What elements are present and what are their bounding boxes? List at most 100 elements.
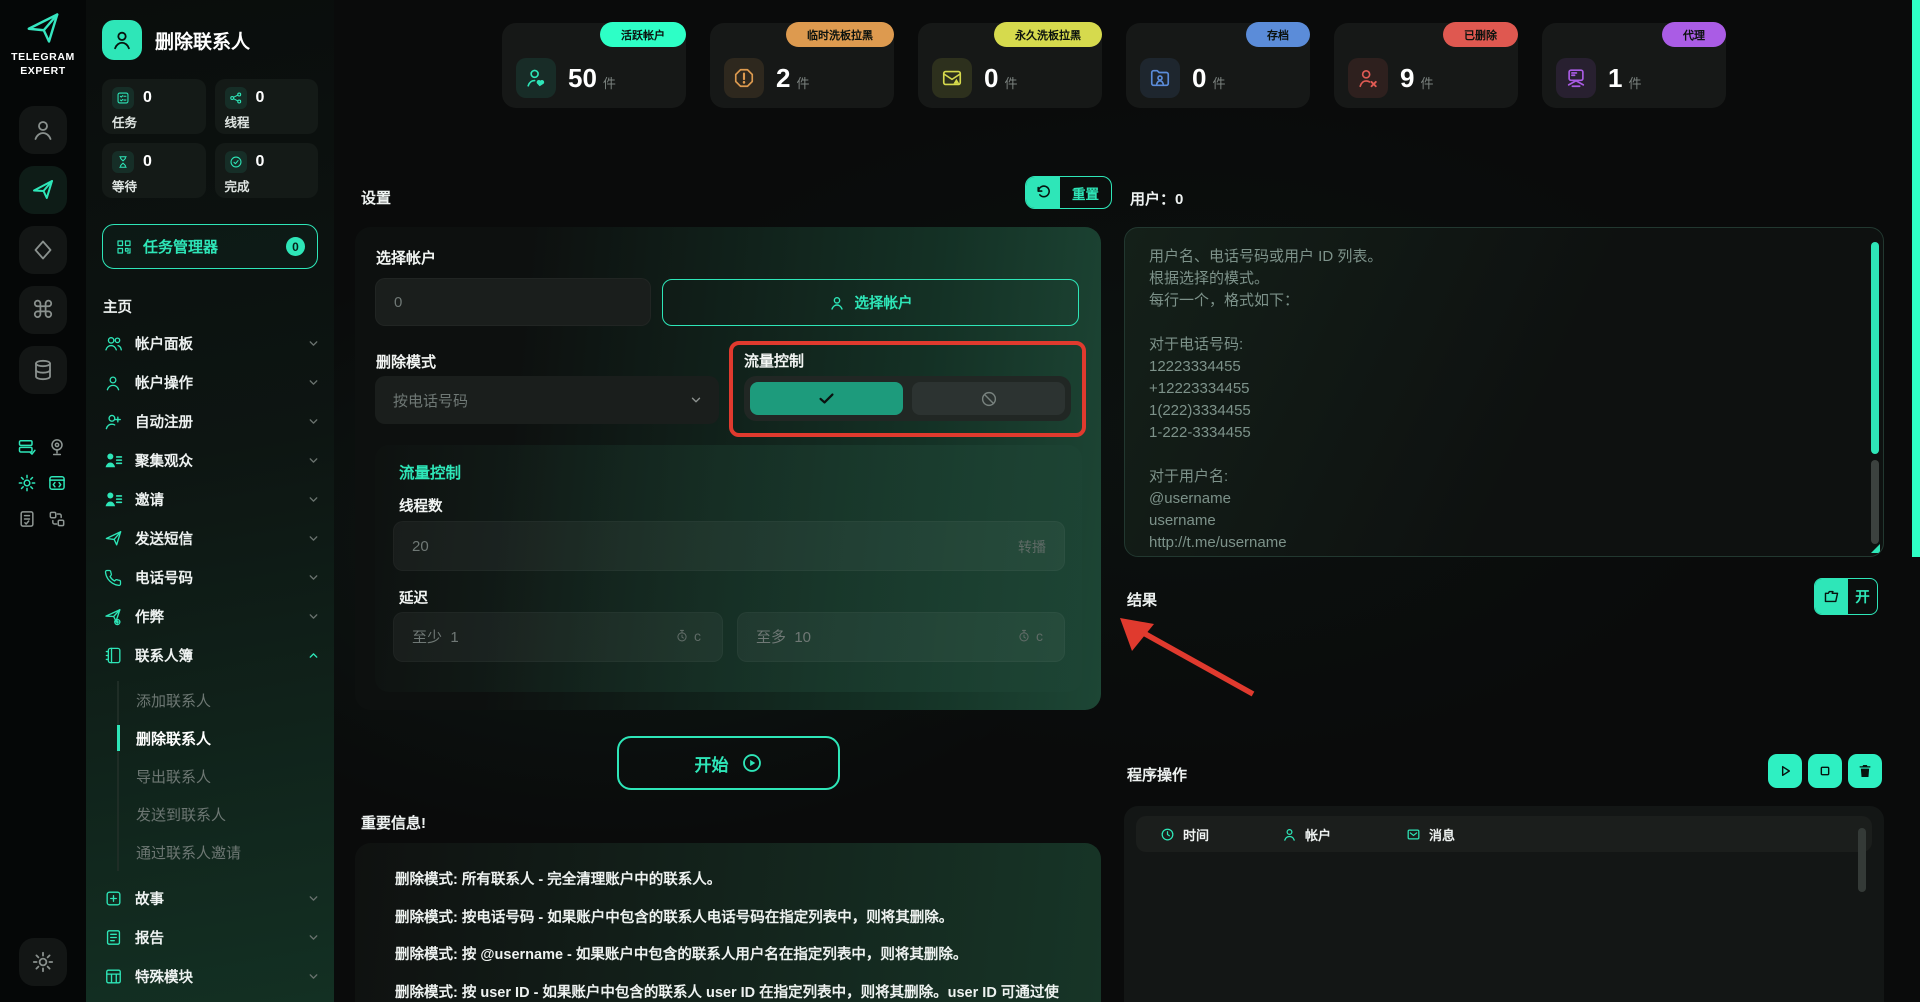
sidebar-panel: 删除联系人 0 任务 0 线程 0 等待 0 完成 任务管理器 0: [86, 0, 334, 1002]
sidebar-item-stories[interactable]: 故事: [86, 879, 334, 918]
column-message[interactable]: 消息: [1406, 816, 1455, 852]
rail-database-button[interactable]: [19, 346, 67, 394]
gear-icon[interactable]: [16, 472, 38, 494]
threads-suffix: 转播: [1018, 537, 1046, 557]
contact-book-submenu: 添加联系人 删除联系人 导出联系人 发送到联系人 通过联系人邀请: [117, 681, 334, 871]
status-value: 0: [1192, 63, 1206, 94]
check-icon: [817, 389, 836, 408]
status-value: 0: [984, 63, 998, 94]
rail-sender-button[interactable]: [19, 166, 67, 214]
folder-user-icon: [1140, 58, 1180, 98]
hourglass-icon: [112, 151, 134, 173]
stat-value: 0: [256, 89, 265, 107]
sidebar-item-account-panel[interactable]: 帐户面板: [86, 324, 334, 363]
nodes-icon: [225, 87, 247, 109]
sidebar-item-label: 帐户面板: [135, 333, 307, 354]
operations-clear-button[interactable]: [1848, 754, 1882, 788]
textarea-scrollbar-thumb[interactable]: [1871, 242, 1879, 454]
user-heart-icon: [516, 58, 556, 98]
chevron-down-icon: [307, 415, 320, 428]
page-scrollbar-thumb[interactable]: [1912, 0, 1920, 557]
chevron-down-icon: [689, 393, 703, 407]
sidebar-item-label: 聚集观众: [135, 450, 307, 471]
stat-value: 0: [143, 153, 152, 171]
flow-control-section: 流量控制 线程数 转播 延迟 c c: [375, 445, 1082, 692]
threads-input[interactable]: [393, 521, 1065, 571]
stat-tasks: 0 任务: [102, 79, 206, 134]
flow-control-on-button[interactable]: [750, 382, 903, 415]
browser-code-icon[interactable]: [46, 472, 68, 494]
status-card-temp-ban: 临时洗板拉黑 2件: [710, 23, 894, 108]
info-line: 删除模式: 所有联系人 - 完全清理账户中的联系人。: [395, 870, 1065, 891]
sidebar-item-reports[interactable]: 报告: [86, 918, 334, 957]
reset-button[interactable]: 重置: [1025, 176, 1112, 209]
status-value: 1: [1608, 63, 1622, 94]
table-scrollbar-thumb[interactable]: [1858, 828, 1866, 892]
account-count-input[interactable]: [375, 278, 651, 326]
sidebar-item-account-actions[interactable]: 帐户操作: [86, 363, 334, 402]
status-card-deleted: 已删除 9件: [1334, 23, 1518, 108]
status-value: 9: [1400, 63, 1414, 94]
column-label: 消息: [1429, 825, 1455, 844]
submenu-item-add-contacts[interactable]: 添加联系人: [119, 681, 334, 719]
stop-icon: [1817, 763, 1833, 779]
task-manager-button[interactable]: 任务管理器 0: [102, 224, 318, 269]
open-results-button[interactable]: 开: [1814, 578, 1878, 615]
mail-warning-icon: [932, 58, 972, 98]
sidebar-item-special-modules[interactable]: 特殊模块: [86, 957, 334, 996]
doc-check-icon[interactable]: [16, 508, 38, 530]
rail-command-button[interactable]: ⌘: [19, 286, 67, 334]
delete-mode-select[interactable]: 按电话号码: [375, 376, 719, 424]
submenu-item-export-contacts[interactable]: 导出联系人: [119, 757, 334, 795]
submenu-item-delete-contacts[interactable]: 删除联系人: [119, 719, 334, 757]
user-icon: [829, 295, 845, 311]
delay-label: 延迟: [399, 587, 428, 608]
settings-title: 设置: [361, 187, 391, 208]
flow-control-toggle: [744, 376, 1071, 421]
sidebar-item-auto-register[interactable]: 自动注册: [86, 402, 334, 441]
rail-accounts-button[interactable]: [19, 106, 67, 154]
column-time[interactable]: 时间: [1160, 816, 1209, 852]
sidebar-item-home[interactable]: 主页: [86, 288, 334, 324]
select-account-button[interactable]: 选择帐户: [662, 279, 1079, 326]
sidebar-item-contact-book[interactable]: 联系人簿: [86, 636, 334, 675]
server-check-icon[interactable]: [16, 436, 38, 458]
gear-icon: [31, 950, 55, 974]
page-title: 删除联系人: [155, 27, 250, 54]
alert-octagon-icon: [724, 58, 764, 98]
check-circle-icon: [225, 151, 247, 173]
user-icon: [31, 118, 55, 142]
users-textarea[interactable]: [1125, 228, 1883, 556]
column-account[interactable]: 帐户: [1282, 816, 1331, 852]
sidebar-item-phone-numbers[interactable]: 电话号码: [86, 558, 334, 597]
chevron-down-icon: [307, 532, 320, 545]
stat-done: 0 完成: [215, 143, 319, 198]
textarea-scrollbar-track[interactable]: [1871, 460, 1879, 544]
start-button[interactable]: 开始: [617, 736, 840, 790]
operations-stop-button[interactable]: [1808, 754, 1842, 788]
rail-premium-button[interactable]: [19, 226, 67, 274]
flow-control-off-button[interactable]: [912, 382, 1065, 415]
sidebar-item-label: 帐户操作: [135, 372, 307, 393]
webcam-icon[interactable]: [46, 436, 68, 458]
sidebar-item-cheat[interactable]: 作弊: [86, 597, 334, 636]
submenu-item-send-to-contacts[interactable]: 发送到联系人: [119, 795, 334, 833]
sidebar-item-gather-audience[interactable]: 聚集观众: [86, 441, 334, 480]
phone-icon: [103, 569, 123, 587]
delay-min-input[interactable]: [393, 612, 723, 662]
status-badge: 已删除: [1443, 22, 1518, 47]
submenu-item-invite-by-contacts[interactable]: 通过联系人邀请: [119, 833, 334, 871]
info-line: 删除模式: 按 user ID - 如果账户中包含的联系人 user ID 在指…: [395, 983, 1065, 1002]
brand-logo: TELEGRAMEXPERT: [0, 10, 86, 78]
delay-max-input[interactable]: [737, 612, 1065, 662]
resize-handle-icon[interactable]: [1871, 544, 1880, 553]
swap-icon[interactable]: [46, 508, 68, 530]
sidebar-item-send-sms[interactable]: 发送短信: [86, 519, 334, 558]
rail-settings-button[interactable]: [19, 938, 67, 986]
trash-icon: [1857, 763, 1873, 779]
select-account-button-label: 选择帐户: [855, 292, 913, 313]
reset-label: 重置: [1060, 177, 1111, 208]
status-unit: 件: [1004, 73, 1017, 92]
sidebar-item-invite[interactable]: 邀请: [86, 480, 334, 519]
operations-play-button[interactable]: [1768, 754, 1802, 788]
